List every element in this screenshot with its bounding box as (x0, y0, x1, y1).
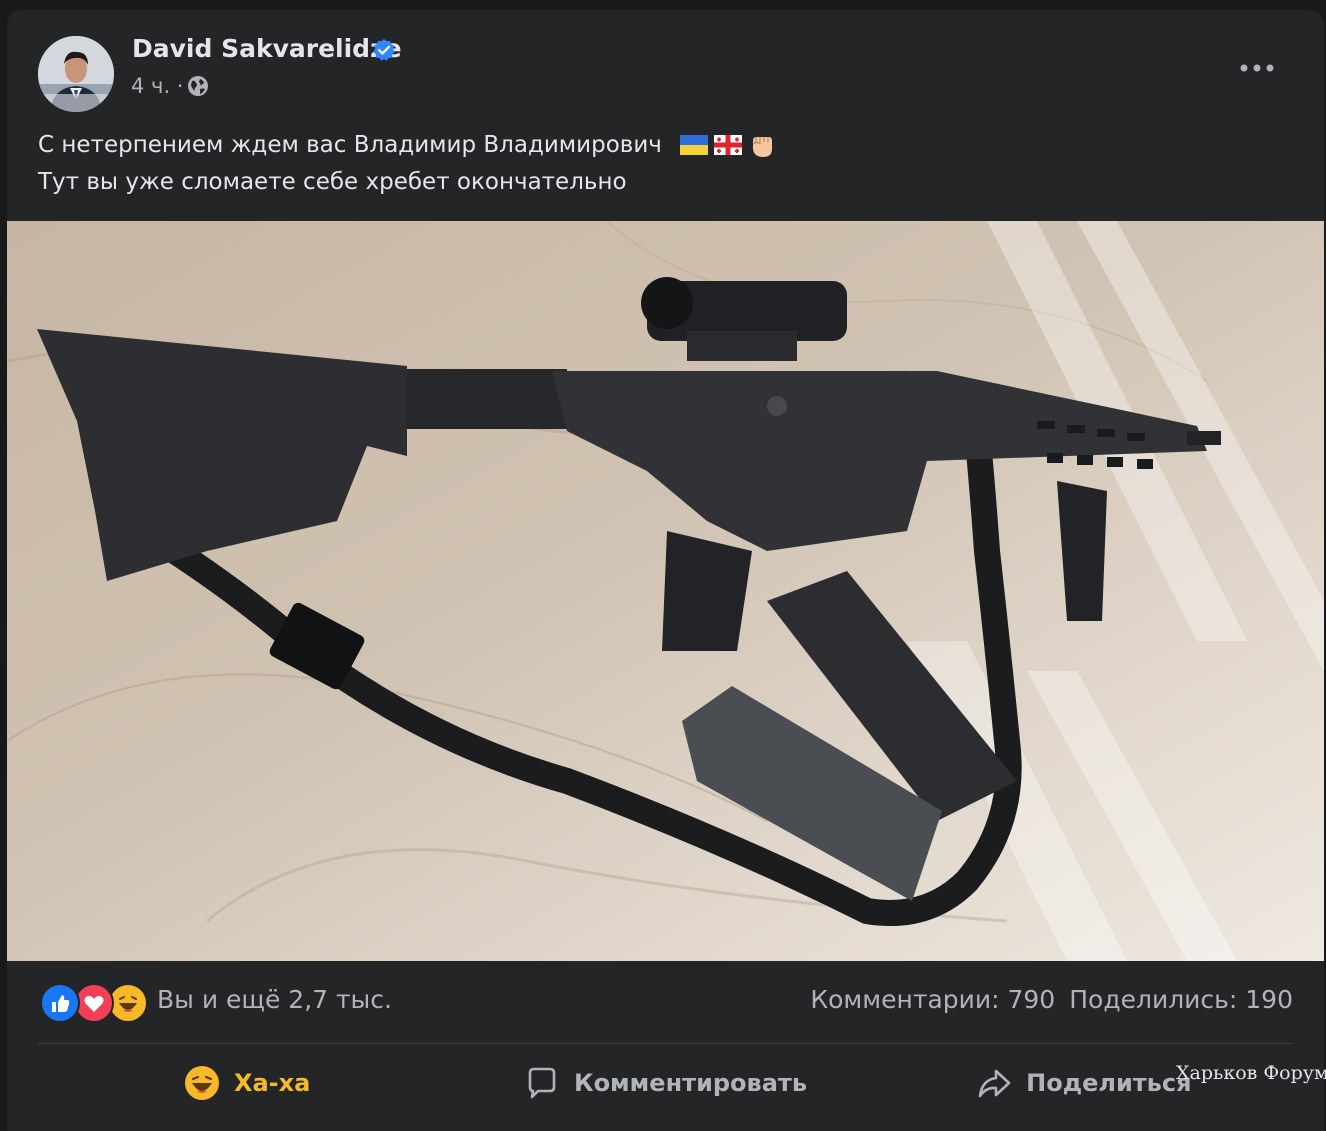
more-options-button[interactable] (1235, 50, 1279, 86)
love-reaction-icon (74, 983, 114, 1023)
post-text-line-2: Тут вы уже сломаете себе хребет окончате… (38, 169, 627, 195)
post-meta: 4 ч. · (131, 74, 209, 98)
reactions-summary[interactable]: Вы и ещё 2,7 тыс. (157, 985, 392, 1014)
shares-count[interactable]: Поделились: 190 (1069, 985, 1293, 1014)
comment-icon (528, 1067, 556, 1099)
react-button-label: Ха-ха (233, 1069, 311, 1097)
reaction-icons[interactable] (40, 983, 148, 1023)
ukraine-flag-icon (680, 135, 709, 155)
globe-icon (188, 76, 209, 96)
like-reaction-icon (40, 983, 80, 1023)
react-button[interactable]: Ха-ха (38, 1052, 456, 1114)
post-text: С нетерпением ждем вас Владимир Владимир… (38, 127, 777, 201)
post-card: David Sakvarelidze 4 ч. · С нетерпением … (7, 10, 1324, 1131)
share-button-label: Поделиться (1026, 1069, 1192, 1097)
rifle-photo (7, 221, 1324, 961)
post-actions-bar: Ха-ха Комментировать Поделиться (38, 1052, 1293, 1114)
post-photo[interactable] (7, 221, 1324, 961)
watermark: Харьков Форум (1176, 1062, 1326, 1084)
comments-count[interactable]: Комментарии: 790 (810, 985, 1055, 1014)
share-arrow-icon (978, 1069, 1011, 1098)
comment-button[interactable]: Комментировать (456, 1052, 874, 1114)
author-name[interactable]: David Sakvarelidze (132, 34, 402, 63)
author-avatar[interactable] (38, 36, 114, 112)
more-options-icon (1240, 64, 1274, 72)
actions-divider (38, 1043, 1293, 1044)
post-emoji-row (679, 133, 777, 159)
verified-badge-icon (373, 39, 395, 61)
raised-fist-icon (752, 137, 773, 157)
georgia-flag-icon (714, 135, 743, 155)
haha-reaction-icon (108, 983, 148, 1023)
post-text-line-1: С нетерпением ждем вас Владимир Владимир… (38, 132, 662, 158)
post-time[interactable]: 4 ч. · (131, 74, 183, 98)
comment-button-label: Комментировать (573, 1069, 808, 1097)
haha-icon (184, 1066, 219, 1100)
engagement-counts: Комментарии: 790 Поделились: 190 (810, 985, 1293, 1014)
